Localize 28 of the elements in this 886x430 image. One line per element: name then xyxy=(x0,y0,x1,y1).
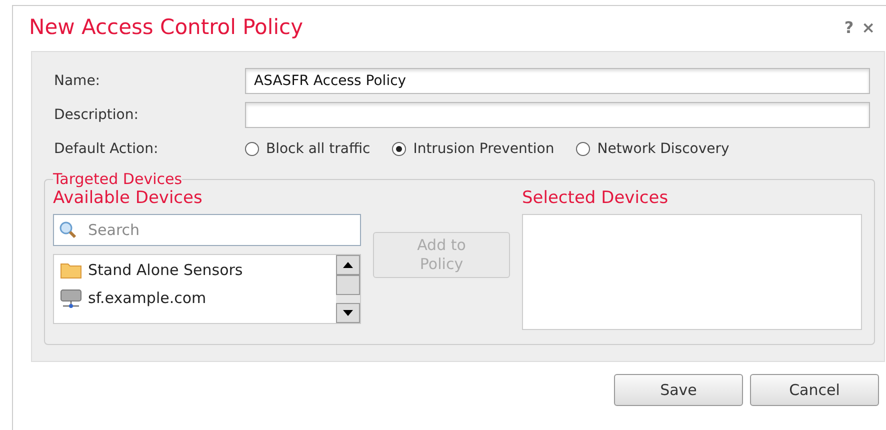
list-item[interactable]: Stand Alone Sensors xyxy=(60,261,330,279)
search-icon xyxy=(59,221,77,239)
name-field[interactable]: ASASFR Access Policy xyxy=(245,68,870,94)
radio-button[interactable] xyxy=(245,142,259,156)
down-arrow-icon xyxy=(343,310,353,316)
help-button[interactable]: ? xyxy=(840,18,858,36)
list-item[interactable]: sf.example.com xyxy=(60,287,330,309)
section-title: Selected Devices xyxy=(522,188,670,208)
scrollbar[interactable] xyxy=(336,255,360,323)
field-label: Name: xyxy=(54,73,102,89)
close-button[interactable]: × xyxy=(858,18,879,36)
radio-label: Network Discovery xyxy=(597,141,730,157)
cancel-button[interactable]: Cancel xyxy=(750,374,879,406)
description-field[interactable] xyxy=(245,102,870,128)
server-icon xyxy=(60,287,82,309)
group-legend: Targeted Devices xyxy=(53,170,182,188)
up-arrow-icon xyxy=(343,262,353,268)
section-title: Available Devices xyxy=(53,188,204,208)
radio-label: Intrusion Prevention xyxy=(413,141,554,157)
search-field[interactable]: Search xyxy=(53,214,361,246)
dialog-title: New Access Control Policy xyxy=(29,15,304,39)
folder-icon xyxy=(60,261,82,279)
field-label: Default Action: xyxy=(54,141,160,157)
radio-button[interactable] xyxy=(576,142,590,156)
radio-button[interactable] xyxy=(392,142,406,156)
save-button[interactable]: Save xyxy=(614,374,743,406)
field-label: Description: xyxy=(54,107,140,123)
radio-label: Block all traffic xyxy=(266,141,370,157)
